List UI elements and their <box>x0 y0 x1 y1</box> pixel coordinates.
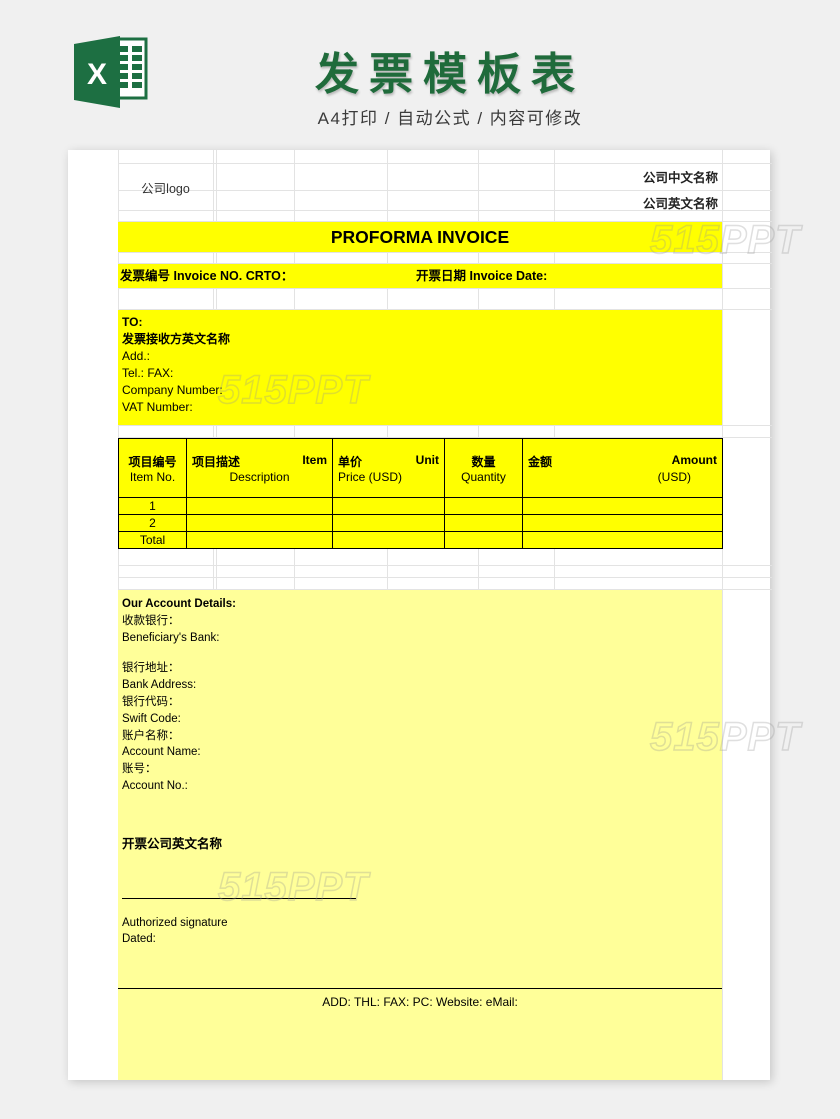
bill-to-tel-fax: Tel.: FAX: <box>122 366 174 380</box>
page-title: 发票模板表 <box>315 50 585 99</box>
items-table: 项目编号 Item No. 项目描述 Item Description 单价 U… <box>118 438 723 549</box>
table-header-row: 项目编号 Item No. 项目描述 Item Description 单价 U… <box>118 438 723 498</box>
account-name-cn: 账户名称： <box>122 729 180 742</box>
table-row[interactable]: 2 <box>118 514 723 532</box>
col-description: 项目描述 Item Description <box>186 438 333 498</box>
account-no-en: Account No.: <box>122 779 188 792</box>
signature-block: Authorized signature Dated: <box>122 915 227 947</box>
footer-contact-line[interactable]: ADD: THL: FAX: PC: Website: eMail: <box>118 991 722 1013</box>
bill-to-recipient: 发票接收方英文名称 <box>122 332 231 346</box>
bill-to-heading: TO: <box>122 315 143 329</box>
invoice-date-label[interactable]: 开票日期 Invoice Date: <box>416 264 547 288</box>
col-quantity: 数量 Quantity <box>444 438 523 498</box>
invoice-number-label[interactable]: 发票编号 Invoice NO. CRTO： <box>120 264 293 288</box>
cell-total-quantity[interactable] <box>444 531 523 549</box>
swift-code-cn: 银行代码： <box>122 695 180 708</box>
dated-label[interactable]: Dated: <box>122 931 227 947</box>
footer-divider <box>118 988 722 989</box>
promo-header: X 发票模板表 A4打印 / 自动公式 / 内容可修改 <box>0 0 840 148</box>
cell-description[interactable] <box>186 497 333 515</box>
cell-description[interactable] <box>186 514 333 532</box>
cell-amount[interactable] <box>522 514 723 532</box>
col-amount: 金额 Amount (USD) <box>522 438 723 498</box>
beneficiary-bank-en: Beneficiary's Bank: <box>122 631 220 644</box>
issuer-company-name[interactable]: 开票公司英文名称 <box>122 833 222 852</box>
cell-quantity[interactable] <box>444 497 523 515</box>
cell-total-description[interactable] <box>186 531 333 549</box>
invoice-sheet: 公司logo 公司中文名称 公司英文名称 PROFORMA INVOICE 发票… <box>68 150 772 1080</box>
company-name-en[interactable]: 公司英文名称 <box>216 192 722 216</box>
svg-text:X: X <box>87 58 107 91</box>
swift-code-en: Swift Code: <box>122 712 181 725</box>
cell-amount[interactable] <box>522 497 723 515</box>
cell-item-no[interactable]: 2 <box>118 514 187 532</box>
signature-line[interactable] <box>122 898 356 899</box>
bill-to-company-number: Company Number: <box>122 383 223 397</box>
page-subtitle: A4打印 / 自动公式 / 内容可修改 <box>317 109 583 128</box>
company-logo-placeholder[interactable]: 公司logo <box>118 164 213 210</box>
account-details-heading: Our Account Details: <box>122 598 236 610</box>
beneficiary-bank-cn: 收款银行： <box>122 614 180 627</box>
bill-to-block[interactable]: TO: 发票接收方英文名称 Add.: Tel.: FAX: Company N… <box>122 314 682 416</box>
cell-item-no[interactable]: 1 <box>118 497 187 515</box>
cell-total-amount[interactable] <box>522 531 723 549</box>
col-item-no: 项目编号 Item No. <box>118 438 187 498</box>
bill-to-vat-number: VAT Number: <box>122 400 193 414</box>
account-no-cn: 账号： <box>122 763 157 776</box>
bill-to-address: Add.: <box>122 349 151 363</box>
table-total-row[interactable]: Total <box>118 531 723 549</box>
cell-unit-price[interactable] <box>332 497 445 515</box>
table-row[interactable]: 1 <box>118 497 723 515</box>
cell-total-label: Total <box>118 531 187 549</box>
bank-address-cn: 银行地址： <box>122 662 180 675</box>
cell-total-unit-price[interactable] <box>332 531 445 549</box>
account-details-block[interactable]: Our Account Details: 收款银行： Beneficiary's… <box>122 596 682 795</box>
excel-file-icon: X <box>74 36 148 108</box>
doc-title: PROFORMA INVOICE <box>330 227 510 247</box>
company-name-cn[interactable]: 公司中文名称 <box>216 166 722 190</box>
authorized-signature-label: Authorized signature <box>122 917 228 929</box>
cell-unit-price[interactable] <box>332 514 445 532</box>
bank-address-en: Bank Address: <box>122 679 197 692</box>
col-unit-price: 单价 Unit Price (USD) <box>332 438 445 498</box>
cell-quantity[interactable] <box>444 514 523 532</box>
account-name-en: Account Name: <box>122 746 201 759</box>
